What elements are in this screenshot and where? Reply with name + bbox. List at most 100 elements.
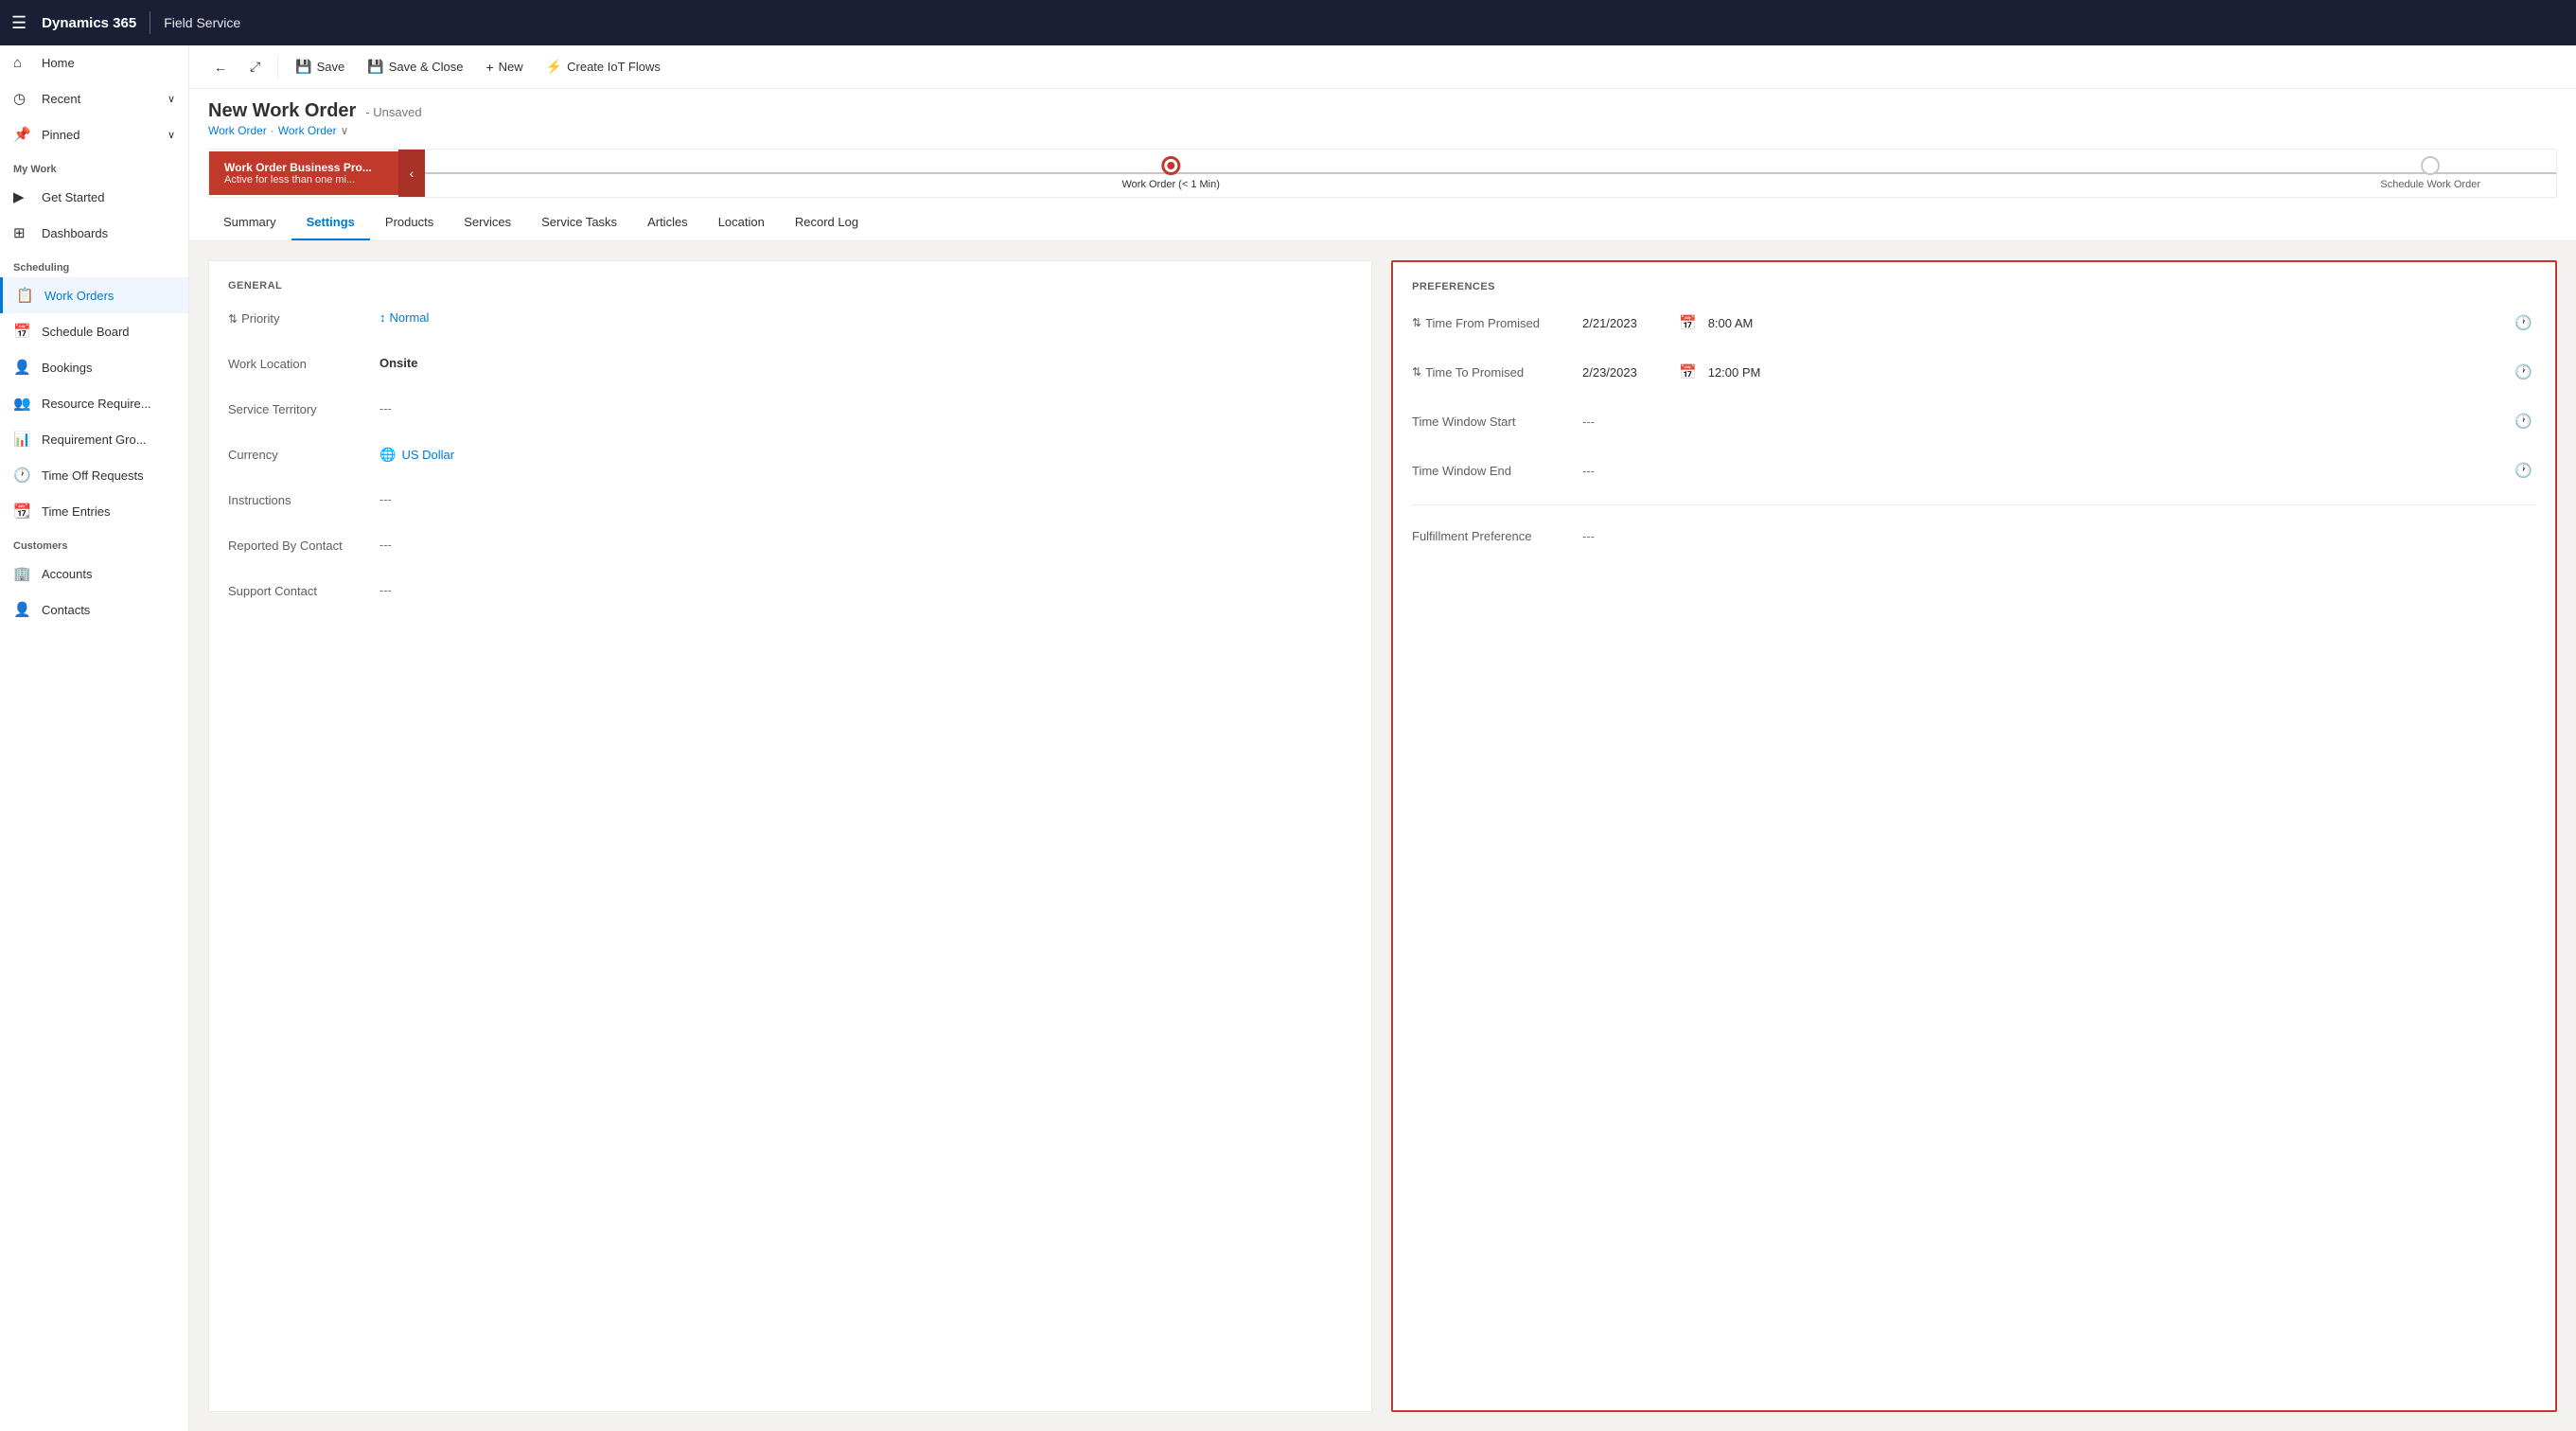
sidebar-label-work-orders: Work Orders [44,289,114,303]
support-contact-label: Support Contact [228,579,379,598]
chevron-down-icon: ∨ [168,129,175,141]
tab-service-tasks[interactable]: Service Tasks [526,205,632,240]
tab-products[interactable]: Products [370,205,449,240]
priority-value[interactable]: ↕ Normal [379,307,1352,328]
tab-articles[interactable]: Articles [632,205,703,240]
sidebar-item-schedule-board[interactable]: 📅 Schedule Board [0,313,188,349]
instructions-value[interactable]: --- [379,488,1352,510]
node-1-label: Work Order (< 1 Min) [1121,179,1219,190]
sidebar-item-requirement-gro[interactable]: 📊 Requirement Gro... [0,421,188,457]
time-window-start-time-picker-button[interactable]: 🕐 [2511,411,2536,432]
preferences-section: PREFERENCES ⇅ Time From Promised 2/21/20… [1391,260,2557,1412]
sidebar-item-accounts[interactable]: 🏢 Accounts [0,556,188,592]
time-entries-icon: 📆 [13,503,32,520]
active-stage-title: Work Order Business Pro... [224,161,372,174]
sidebar-item-time-off[interactable]: 🕐 Time Off Requests [0,457,188,493]
time-to-promised-label: ⇅ Time To Promised [1412,365,1582,380]
time-to-time[interactable]: 12:00 PM [1708,365,2504,380]
popout-button[interactable]: ⤢ [240,53,270,80]
sidebar-item-contacts[interactable]: 👤 Contacts [0,592,188,627]
time-from-date-picker-button[interactable]: 📅 [1675,312,1701,333]
tab-settings[interactable]: Settings [291,205,370,240]
support-contact-value[interactable]: --- [379,579,1352,601]
time-window-start-value: --- 🕐 [1582,411,2536,432]
pin-icon: 📌 [13,126,32,143]
instructions-row: Instructions --- [228,488,1352,519]
currency-row: Currency 🌐 US Dollar [228,443,1352,473]
currency-label: Currency [228,443,379,462]
iot-icon: ⚡ [546,59,562,75]
sidebar-item-bookings[interactable]: 👤 Bookings [0,349,188,385]
breadcrumb-item-1[interactable]: Work Order [208,124,267,137]
main-layout: ⌂ Home ◷ Recent ∨ 📌 Pinned ∨ My Work ▶ G… [0,45,2576,1431]
time-window-start-empty[interactable]: --- [1582,415,2503,429]
save-close-button[interactable]: 💾 Save & Close [358,53,472,80]
time-to-time-picker-button[interactable]: 🕐 [2511,362,2536,382]
currency-value[interactable]: 🌐 US Dollar [379,443,1352,467]
toolbar-divider [277,56,278,79]
new-label: New [499,60,523,74]
app-name: Dynamics 365 [42,15,136,31]
new-button[interactable]: + New [476,54,532,80]
reported-by-value[interactable]: --- [379,534,1352,556]
recent-icon: ◷ [13,90,32,107]
fulfillment-empty[interactable]: --- [1582,529,1595,543]
work-location-label: Work Location [228,352,379,371]
time-from-time[interactable]: 8:00 AM [1708,316,2504,330]
tab-location[interactable]: Location [703,205,780,240]
node-2-label: Schedule Work Order [2380,179,2480,190]
active-process-stage[interactable]: Work Order Business Pro... Active for le… [209,151,398,195]
fulfillment-preference-label: Fulfillment Preference [1412,529,1582,543]
time-to-date-picker-button[interactable]: 📅 [1675,362,1701,382]
save-button[interactable]: 💾 Save [286,53,354,80]
node-1-circle [1161,156,1180,175]
customers-section: Customers [0,529,188,556]
breadcrumb-dropdown-icon[interactable]: ∨ [341,124,349,137]
create-iot-button[interactable]: ⚡ Create IoT Flows [537,53,670,80]
breadcrumb-item-2[interactable]: Work Order [278,124,337,137]
sidebar-item-pinned[interactable]: 📌 Pinned ∨ [0,116,188,152]
tab-services[interactable]: Services [449,205,526,240]
process-collapse-button[interactable]: ‹ [398,150,425,197]
sidebar-item-dashboards[interactable]: ⊞ Dashboards [0,215,188,251]
fulfillment-preference-row: Fulfillment Preference --- [1412,521,2536,551]
sidebar-item-recent[interactable]: ◷ Recent ∨ [0,80,188,116]
sidebar-label-home: Home [42,56,75,70]
time-from-date[interactable]: 2/21/2023 [1582,316,1667,330]
process-node-2: Schedule Work Order [2380,156,2480,190]
flow-line [425,172,2556,174]
sidebar-item-work-orders[interactable]: 📋 Work Orders [0,277,188,313]
sidebar-label-requirement-gro: Requirement Gro... [42,433,147,447]
tab-record-log[interactable]: Record Log [780,205,873,240]
requirement-gro-icon: 📊 [13,431,32,448]
get-started-icon: ▶ [13,188,32,205]
module-name: Field Service [164,15,240,30]
time-window-end-row: Time Window End --- 🕐 [1412,455,2536,486]
sidebar-label-dashboards: Dashboards [42,226,108,240]
sidebar-item-home[interactable]: ⌂ Home [0,45,188,80]
back-button[interactable]: ← [204,54,237,80]
page-title: New Work Order [208,100,356,122]
node-2-circle [2421,156,2440,175]
sidebar-item-resource-req[interactable]: 👥 Resource Require... [0,385,188,421]
time-to-date[interactable]: 2/23/2023 [1582,365,1667,380]
sidebar-label-recent: Recent [42,92,80,106]
content-area: ← ⤢ 💾 Save 💾 Save & Close + New ⚡ Create… [189,45,2576,1431]
tab-summary[interactable]: Summary [208,205,291,240]
sidebar-label-resource-req: Resource Require... [42,397,151,411]
time-window-end-empty[interactable]: --- [1582,464,2503,478]
accounts-icon: 🏢 [13,565,32,582]
sidebar-label-time-off: Time Off Requests [42,468,144,483]
time-window-end-time-picker-button[interactable]: 🕐 [2511,460,2536,481]
service-territory-value[interactable]: --- [379,398,1352,419]
sidebar-item-time-entries[interactable]: 📆 Time Entries [0,493,188,529]
hamburger-menu[interactable]: ☰ [11,13,26,33]
my-work-section: My Work [0,152,188,179]
sidebar-item-get-started[interactable]: ▶ Get Started [0,179,188,215]
save-label: Save [317,60,345,74]
resource-req-icon: 👥 [13,395,32,412]
time-from-time-picker-button[interactable]: 🕐 [2511,312,2536,333]
sidebar-label-get-started: Get Started [42,190,104,204]
currency-globe-icon: 🌐 [379,447,396,463]
time-from-lookup-icon: ⇅ [1412,316,1421,329]
